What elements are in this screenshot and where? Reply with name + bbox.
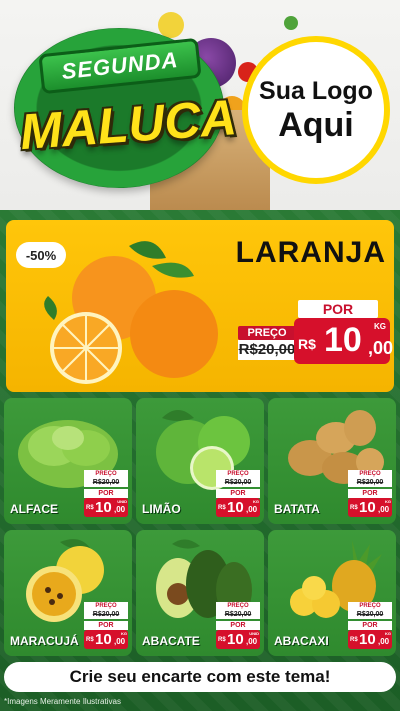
new-price-box: R$ 10 ,00 KG [348, 498, 392, 517]
price-cents: ,00 [368, 338, 394, 358]
product-card-maracuja: MARACUJÁ PREÇO R$20,00 POR R$ 10 ,00 KG [4, 530, 132, 656]
old-price-value: R$20,00 [216, 478, 260, 487]
old-price-value: R$20,00 [348, 610, 392, 619]
price-integer: 10 [95, 631, 112, 648]
price-integer: 10 [227, 631, 244, 648]
price-unit: UNID [117, 499, 127, 504]
price-cents: ,00 [114, 505, 126, 514]
product-name: MARACUJÁ [10, 634, 79, 648]
badge-main-text: MALUCA [18, 89, 239, 161]
old-price-label: PREÇO [238, 326, 296, 340]
price-tag: PREÇO R$20,00 POR R$ 10 ,00 UNID [216, 602, 260, 650]
cta-banner[interactable]: Crie seu encarte com este tema! [4, 662, 396, 692]
price-currency: R$ [218, 637, 226, 643]
price-tag: PREÇO R$20,00 POR R$ 10 ,00 KG [84, 602, 128, 650]
price-cents: ,00 [378, 505, 390, 514]
price-unit: KG [385, 499, 391, 504]
new-price-box: R$ 10 ,00 KG [216, 498, 260, 517]
por-label: POR [298, 300, 378, 318]
new-price-box: R$ 10 ,00 KG [294, 318, 394, 364]
price-currency: R$ [350, 637, 358, 643]
discount-badge: -50% [16, 242, 66, 268]
old-price-label: PREÇO [84, 470, 128, 478]
price-integer: 10 [95, 499, 112, 516]
por-label: POR [348, 489, 392, 498]
product-card-abacate: ABACATE PREÇO R$20,00 POR R$ 10 ,00 UNID [136, 530, 264, 656]
price-unit: KG [374, 322, 386, 331]
new-price-box: R$ 10 ,00 KG [348, 630, 392, 649]
price-cents: ,00 [114, 637, 126, 646]
logo-line-2: Aqui [278, 106, 354, 144]
new-price-box: R$ 10 ,00 UNID [216, 630, 260, 649]
price-integer: 10 [359, 631, 376, 648]
product-card-alface: ALFACE PREÇO R$20,00 POR R$ 10 ,00 UNID [4, 398, 132, 524]
disclaimer-text: *Imagens Meramente Ilustrativas [4, 697, 121, 706]
new-price-box: R$ 10 ,00 UNID [84, 498, 128, 517]
product-card-abacaxi: ABACAXI PREÇO R$20,00 POR R$ 10 ,00 KG [268, 530, 396, 656]
product-name: ABACATE [142, 634, 200, 648]
promo-badge: SEGUNDA MALUCA [14, 28, 239, 188]
featured-price-tag: POR PREÇO R$20,00 R$ 10 ,00 KG [238, 300, 394, 372]
product-card-batata: BATATA PREÇO R$20,00 POR R$ 10 ,00 KG [268, 398, 396, 524]
price-tag: PREÇO R$20,00 POR R$ 10 ,00 KG [348, 470, 392, 518]
product-name: ABACAXI [274, 634, 329, 648]
herb-decoration [284, 16, 298, 30]
old-price-label: PREÇO [216, 602, 260, 610]
price-unit: UNID [249, 631, 259, 636]
old-price-label: PREÇO [348, 470, 392, 478]
featured-product-card: -50% LARANJA POR PREÇO R$20,00 R$ 10 ,00… [6, 220, 394, 392]
old-price-value: R$20,00 [348, 478, 392, 487]
por-label: POR [216, 489, 260, 498]
price-unit: KG [253, 499, 259, 504]
price-currency: R$ [86, 637, 94, 643]
por-label: POR [348, 621, 392, 630]
hero-banner: SEGUNDA MALUCA Sua Logo Aqui [0, 0, 400, 210]
price-cents: ,00 [246, 637, 258, 646]
price-integer: 10 [227, 499, 244, 516]
price-currency: R$ [86, 505, 94, 511]
price-cents: ,00 [378, 637, 390, 646]
price-tag: PREÇO R$20,00 POR R$ 10 ,00 KG [216, 470, 260, 518]
price-unit: KG [121, 631, 127, 636]
price-tag: PREÇO R$20,00 POR R$ 10 ,00 UNID [84, 470, 128, 518]
featured-product-name: LARANJA [235, 236, 386, 269]
price-integer: 10 [359, 499, 376, 516]
por-label: POR [216, 621, 260, 630]
new-price-box: R$ 10 ,00 KG [84, 630, 128, 649]
old-price-label: PREÇO [348, 602, 392, 610]
old-price-label: PREÇO [84, 602, 128, 610]
price-currency: R$ [218, 505, 226, 511]
logo-line-1: Sua Logo [259, 77, 373, 105]
price-currency: R$ [350, 505, 358, 511]
product-name: LIMÃO [142, 502, 181, 516]
old-price-value: R$20,00 [238, 340, 296, 360]
old-price-value: R$20,00 [216, 610, 260, 619]
old-price-value: R$20,00 [84, 610, 128, 619]
product-name: ALFACE [10, 502, 58, 516]
price-currency: R$ [298, 336, 316, 352]
old-price-label: PREÇO [216, 470, 260, 478]
por-label: POR [84, 621, 128, 630]
price-tag: PREÇO R$20,00 POR R$ 10 ,00 KG [348, 602, 392, 650]
old-price-value: R$20,00 [84, 478, 128, 487]
price-unit: KG [385, 631, 391, 636]
old-price-tag: PREÇO R$20,00 [238, 326, 296, 362]
price-cents: ,00 [246, 505, 258, 514]
por-label: POR [84, 489, 128, 498]
logo-placeholder: Sua Logo Aqui [242, 36, 390, 184]
product-name: BATATA [274, 502, 320, 516]
price-integer: 10 [324, 321, 362, 359]
product-card-limao: LIMÃO PREÇO R$20,00 POR R$ 10 ,00 KG [136, 398, 264, 524]
